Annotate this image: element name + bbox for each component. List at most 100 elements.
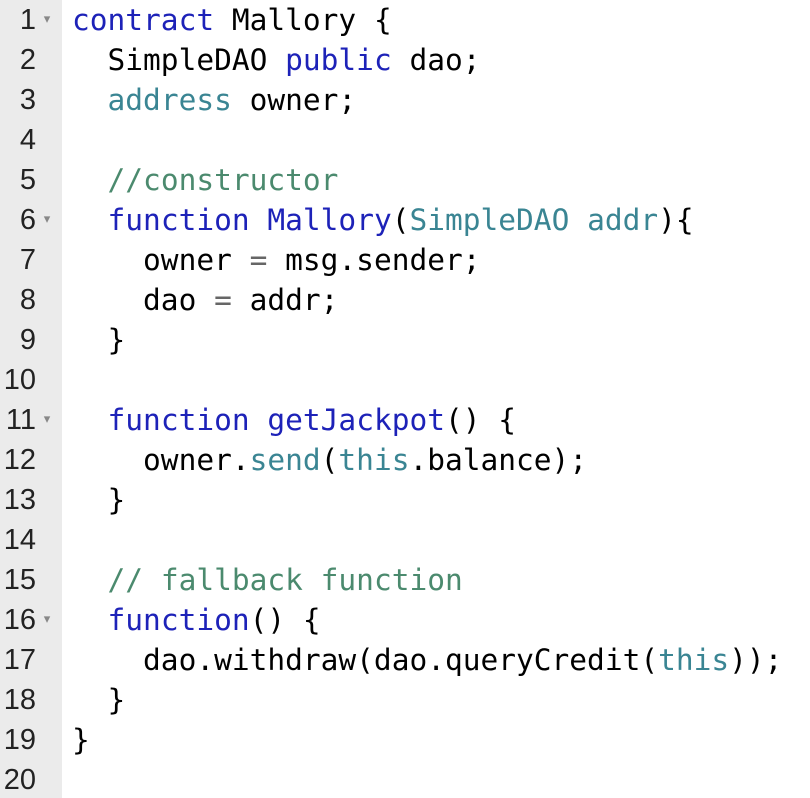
code-line[interactable]: 6 ▾ function Mallory(SimpleDAO addr){: [0, 200, 810, 240]
line-number: 18: [3, 684, 36, 716]
line-number: 7: [19, 244, 36, 276]
code-line[interactable]: 19}: [0, 720, 810, 760]
fold-arrow-icon[interactable]: ▾: [40, 0, 54, 40]
code-line[interactable]: 11 ▾ function getJackpot() {: [0, 400, 810, 440]
line-number: 5: [19, 164, 36, 196]
line-number: 3: [19, 84, 36, 116]
code-text: function Mallory(SimpleDAO addr){: [72, 200, 694, 240]
code-line[interactable]: 13 }: [0, 480, 810, 520]
code-token: .balance);: [409, 443, 588, 477]
fold-arrow-icon[interactable]: ▾: [40, 200, 54, 240]
code-token: addr;: [231, 283, 339, 317]
code-text: // fallback function: [72, 560, 463, 600]
fold-arrow-icon[interactable]: ▾: [40, 600, 54, 640]
code-text: contract Mallory {: [72, 0, 392, 40]
code-line[interactable]: 1 ▾ contract Mallory {: [0, 0, 810, 40]
code-text: function() {: [72, 600, 321, 640]
code-token: }: [72, 723, 90, 757]
code-line[interactable]: 3 address owner;: [0, 80, 810, 120]
line-number: 20: [3, 764, 36, 796]
code-token: owner: [72, 243, 250, 277]
code-line[interactable]: 16 ▾ function() {: [0, 600, 810, 640]
code-token: =: [249, 243, 268, 277]
code-text: SimpleDAO public dao;: [72, 40, 481, 80]
code-line[interactable]: 7 owner = msg.sender;: [0, 240, 810, 280]
line-number: 9: [19, 324, 36, 356]
code-token: () {: [445, 403, 517, 437]
code-token: (: [391, 203, 410, 237]
code-text: dao.withdraw(dao.queryCredit(this));: [72, 640, 782, 680]
code-editor[interactable]: 1 ▾ contract Mallory {2 SimpleDAO public d…: [0, 0, 810, 798]
code-text: owner.send(this.balance);: [72, 440, 587, 480]
code-line[interactable]: 5 //constructor: [0, 160, 810, 200]
line-number: 1: [19, 4, 36, 36]
code-text: }: [72, 480, 126, 520]
code-token: owner;: [231, 83, 357, 117]
code-text: }: [72, 320, 126, 360]
code-text: dao = addr;: [72, 280, 338, 320]
code-token: SimpleDAO: [72, 43, 286, 77]
line-number: 4: [19, 124, 36, 156]
code-token: function: [107, 603, 250, 637]
code-token: public: [285, 43, 392, 77]
fold-arrow-icon[interactable]: ▾: [40, 400, 54, 440]
line-number: 15: [3, 564, 36, 596]
code-line[interactable]: 18 }: [0, 680, 810, 720]
code-token: }: [72, 683, 126, 717]
code-token: dao: [72, 283, 215, 317]
code-token: this: [658, 643, 730, 677]
code-token: this: [338, 443, 410, 477]
code-token: dao.withdraw(dao.queryCredit(: [72, 643, 659, 677]
code-line[interactable]: 20: [0, 760, 810, 798]
code-token: function: [107, 203, 250, 237]
code-line[interactable]: 14: [0, 520, 810, 560]
code-line[interactable]: 4: [0, 120, 810, 160]
code-token: send: [249, 443, 321, 477]
code-token: ){: [658, 203, 694, 237]
line-number: 10: [3, 364, 36, 396]
line-number: 13: [3, 484, 36, 516]
code-token: ));: [729, 643, 783, 677]
code-line[interactable]: 8 dao = addr;: [0, 280, 810, 320]
code-text: owner = msg.sender;: [72, 240, 481, 280]
code-line[interactable]: 12 owner.send(this.balance);: [0, 440, 810, 480]
code-text: //constructor: [72, 160, 339, 200]
code-token: dao;: [391, 43, 481, 77]
code-token: contract: [72, 3, 215, 37]
code-token: }: [72, 323, 126, 357]
line-number: 8: [19, 284, 36, 316]
code-token: Mallory {: [214, 3, 392, 37]
code-token: //constructor: [107, 163, 339, 197]
code-line[interactable]: 9 }: [0, 320, 810, 360]
code-token: address: [107, 83, 232, 117]
code-token: Mallory: [267, 203, 392, 237]
code-text: }: [72, 680, 126, 720]
code-text: address owner;: [72, 80, 357, 120]
code-line[interactable]: 15 // fallback function: [0, 560, 810, 600]
code-line[interactable]: 10: [0, 360, 810, 400]
code-token: // fallback function: [107, 563, 463, 597]
line-number: 2: [19, 44, 36, 76]
code-token: msg.sender;: [267, 243, 481, 277]
code-token: getJackpot: [267, 403, 445, 437]
code-token: =: [214, 283, 232, 317]
code-token: function: [107, 403, 250, 437]
line-number: 19: [3, 724, 36, 756]
code-token: owner.: [72, 443, 250, 477]
code-line[interactable]: 17 dao.withdraw(dao.queryCredit(this));: [0, 640, 810, 680]
code-token: }: [72, 483, 126, 517]
code-text: function getJackpot() {: [72, 400, 517, 440]
code-text: }: [72, 720, 90, 760]
code-token: SimpleDAO: [409, 203, 570, 237]
line-number: 14: [3, 524, 36, 556]
code-line[interactable]: 2 SimpleDAO public dao;: [0, 40, 810, 80]
line-number: 11: [5, 404, 36, 436]
